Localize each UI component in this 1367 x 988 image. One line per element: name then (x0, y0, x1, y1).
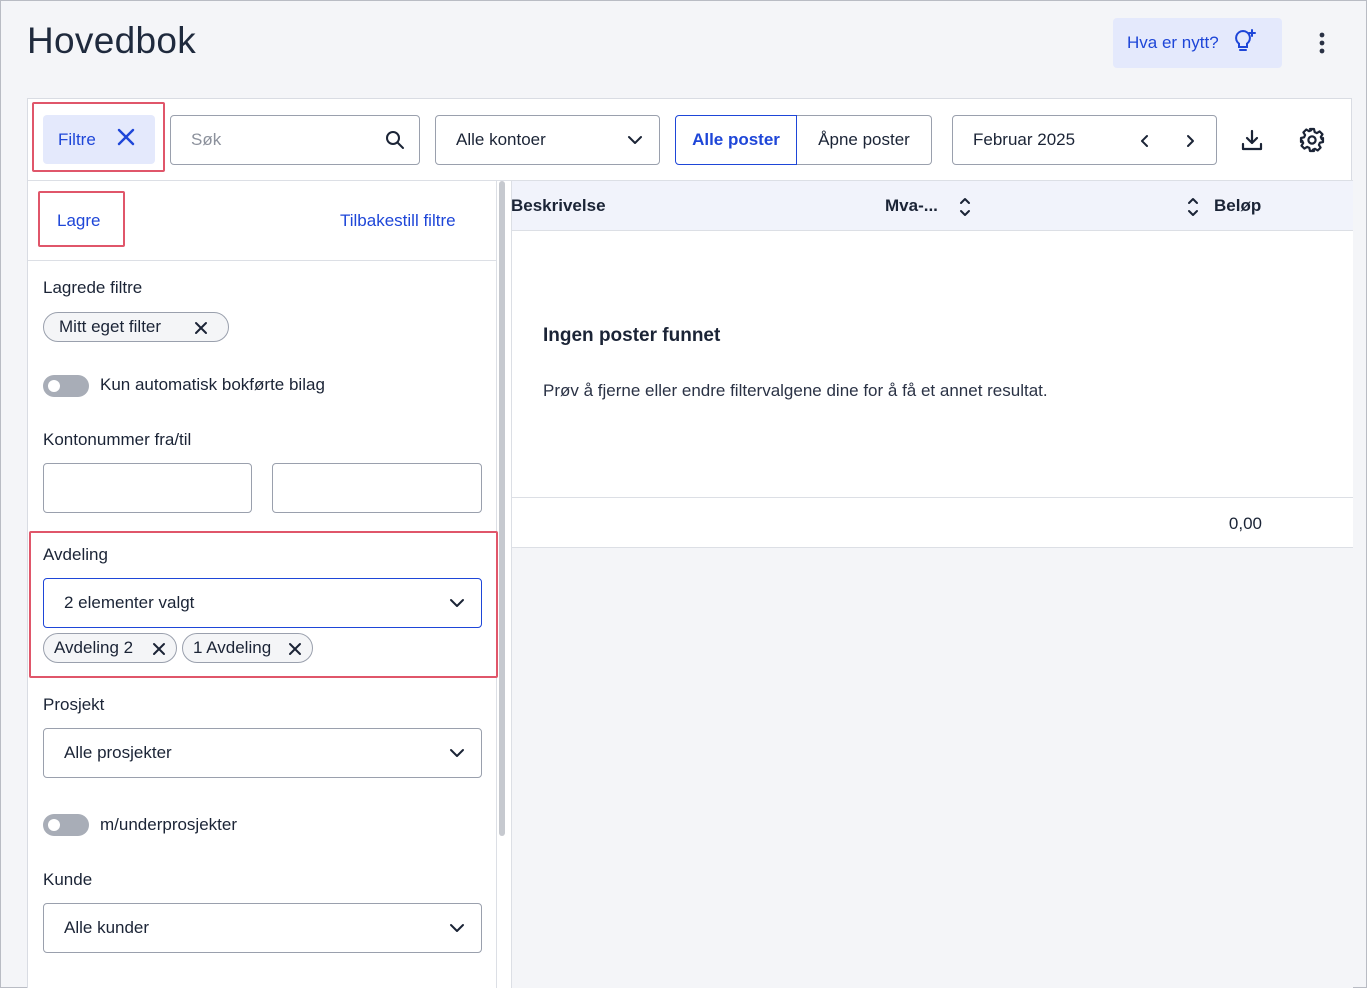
account-to-field[interactable] (272, 463, 482, 513)
toolbar: Filtre Alle kontoer Alle poster Åpne pos… (28, 99, 1353, 181)
chevron-down-icon (627, 132, 643, 153)
column-header-description[interactable]: Beskrivelse (511, 196, 606, 216)
gear-icon[interactable] (1297, 125, 1327, 155)
account-from-field[interactable] (43, 463, 252, 513)
customer-select[interactable]: Alle kunder (43, 903, 482, 953)
chevron-down-icon (449, 745, 465, 766)
table-header: Beskrivelse Mva-... Beløp (511, 181, 1353, 231)
column-header-amount[interactable]: Beløp (1214, 196, 1261, 216)
chevron-right-icon[interactable] (1180, 131, 1200, 151)
ledger-card: Filtre Alle kontoer Alle poster Åpne pos… (27, 98, 1353, 988)
search-icon (385, 130, 405, 155)
scrollbar-thumb[interactable] (499, 181, 505, 836)
close-icon[interactable] (152, 641, 166, 661)
chevron-left-icon[interactable] (1135, 131, 1155, 151)
auto-posted-toggle[interactable] (43, 375, 89, 397)
department-label: Avdeling (43, 545, 108, 564)
open-entries-tab[interactable]: Åpne poster (797, 115, 932, 165)
column-header-vat[interactable]: Mva-... (885, 196, 938, 216)
filter-toggle-button[interactable]: Filtre (43, 115, 155, 164)
chevron-down-icon (449, 920, 465, 941)
account-range-label: Kontonummer fra/til (43, 430, 192, 449)
chip-label: Avdeling 2 (54, 638, 134, 657)
download-icon[interactable] (1237, 125, 1267, 155)
filter-panel: Lagre Tilbakestill filtre Lagrede filtre… (28, 181, 498, 988)
chip-label: Mitt eget filter (59, 317, 162, 336)
whats-new-label: Hva er nytt? (1127, 33, 1219, 52)
department-chip[interactable]: 1 Avdeling (182, 633, 313, 663)
whats-new-button[interactable]: Hva er nytt? (1113, 18, 1282, 68)
search-field[interactable] (170, 115, 420, 165)
save-filter-button[interactable]: Lagre (57, 211, 100, 231)
filter-label: Filtre (58, 129, 96, 149)
ledger-table: Beskrivelse Mva-... Beløp Ingen poster f… (511, 181, 1353, 548)
filter-panel-scrollbar[interactable] (499, 181, 507, 836)
customer-label: Kunde (43, 870, 93, 889)
saved-filters-label: Lagrede filtre (43, 278, 143, 297)
close-icon (116, 127, 136, 152)
customer-select-value: Alle kunder (64, 918, 150, 937)
auto-posted-label: Kun automatisk bokførte bilag (100, 375, 325, 394)
empty-state-title: Ingen poster funnet (543, 325, 721, 346)
close-icon[interactable] (194, 320, 208, 340)
table-footer: 0,00 (512, 497, 1353, 547)
saved-filter-chip[interactable]: Mitt eget filter (43, 312, 229, 342)
department-select[interactable]: 2 elementer valgt (43, 578, 482, 628)
lightbulb-sparkle-icon (1231, 27, 1259, 60)
chevron-down-icon (449, 595, 465, 616)
department-select-value: 2 elementer valgt (64, 593, 195, 612)
project-label: Prosjekt (43, 695, 105, 714)
accounts-select[interactable]: Alle kontoer (435, 115, 660, 165)
project-select-value: Alle prosjekter (64, 743, 172, 762)
subprojects-label: m/underprosjekter (100, 815, 238, 834)
department-chip[interactable]: Avdeling 2 (43, 633, 177, 663)
total-amount: 0,00 (1228, 514, 1262, 533)
more-vertical-icon[interactable] (1306, 28, 1338, 58)
filter-panel-header: Lagre Tilbakestill filtre (28, 181, 497, 261)
chip-label: 1 Avdeling (193, 638, 272, 657)
subprojects-toggle[interactable] (43, 814, 89, 836)
sort-icon[interactable] (1185, 194, 1201, 220)
sort-icon[interactable] (957, 194, 973, 220)
search-input[interactable] (171, 116, 371, 164)
accounts-select-value: Alle kontoer (456, 130, 546, 149)
period-label: Februar 2025 (973, 130, 1076, 149)
content-background (512, 548, 1353, 988)
close-icon[interactable] (288, 641, 302, 661)
period-picker[interactable]: Februar 2025 (952, 115, 1217, 165)
all-entries-tab[interactable]: Alle poster (675, 115, 797, 165)
reset-filters-button[interactable]: Tilbakestill filtre (340, 211, 456, 231)
page-title: Hovedbok (27, 20, 197, 61)
project-select[interactable]: Alle prosjekter (43, 728, 482, 778)
empty-state-text: Prøv å fjerne eller endre filtervalgene … (543, 381, 1048, 400)
